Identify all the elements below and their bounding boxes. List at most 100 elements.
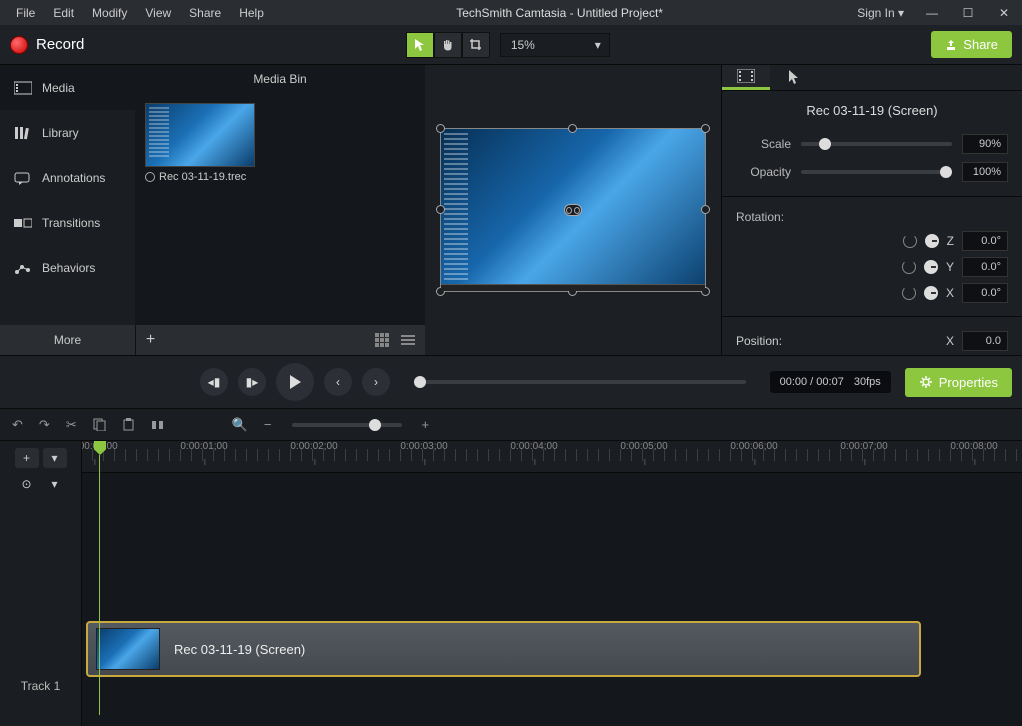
- play-button[interactable]: [276, 363, 314, 401]
- track-label[interactable]: Track 1: [0, 645, 81, 726]
- timeline: + ▾ ⊙ ▾ Track 1 0:00:00;01 0:00:00;00 0:…: [0, 441, 1022, 726]
- next-frame-button[interactable]: ▮▸: [238, 368, 266, 396]
- sidebar-item-transitions[interactable]: Transitions: [0, 200, 135, 245]
- pan-tool[interactable]: [434, 32, 462, 58]
- next-clip-button[interactable]: ›: [362, 368, 390, 396]
- add-media-button[interactable]: +: [135, 325, 165, 355]
- rotation-label: Rotation:: [736, 210, 784, 224]
- resize-handle[interactable]: [701, 287, 710, 296]
- canvas-tools: [406, 32, 490, 58]
- add-track-button[interactable]: +: [15, 448, 39, 468]
- properties-button[interactable]: Properties: [905, 368, 1012, 397]
- track-menu-button[interactable]: ▾: [43, 448, 67, 468]
- window-controls: — ☐ ✕: [914, 0, 1022, 25]
- annotations-icon: [14, 171, 32, 185]
- scale-value[interactable]: 90%: [962, 134, 1008, 154]
- split-button[interactable]: [149, 416, 166, 433]
- close-button[interactable]: ✕: [986, 0, 1022, 25]
- props-clip-title: Rec 03-11-19 (Screen): [722, 91, 1022, 130]
- opacity-slider[interactable]: [801, 170, 952, 174]
- timeline-ruler[interactable]: 0:00:00;00 0:00:01;00 0:00:02;00 0:00:03…: [82, 441, 1022, 473]
- library-icon: [14, 126, 32, 140]
- media-bin-title: Media Bin: [135, 65, 425, 93]
- list-view-button[interactable]: [397, 330, 419, 350]
- playback-controls: ◂▮ ▮▸ ‹ ›: [200, 363, 390, 401]
- sidebar-item-annotations[interactable]: Annotations: [0, 155, 135, 200]
- resize-handle[interactable]: [436, 205, 445, 214]
- prev-frame-button[interactable]: ◂▮: [200, 368, 228, 396]
- clip-label: Rec 03-11-19.trec: [145, 171, 255, 183]
- zoom-in-button[interactable]: +: [420, 415, 432, 434]
- axis-y: Y: [946, 260, 954, 274]
- resize-handle[interactable]: [701, 124, 710, 133]
- timeline-clip-thumb: [96, 628, 160, 670]
- rotate-x-value[interactable]: 0.0°: [962, 283, 1008, 303]
- record-button[interactable]: Record: [10, 36, 84, 54]
- share-icon: [945, 39, 957, 51]
- share-button[interactable]: Share: [931, 31, 1012, 58]
- clip-thumbnail: [145, 103, 255, 167]
- media-clip[interactable]: Rec 03-11-19.trec: [145, 103, 255, 183]
- cut-button[interactable]: ✂: [64, 415, 79, 435]
- filmstrip-icon: [737, 69, 755, 83]
- props-tab-visual[interactable]: [722, 65, 770, 90]
- timeline-clip[interactable]: Rec 03-11-19 (Screen): [86, 621, 921, 677]
- timeline-tracks[interactable]: 0:00:00;01 0:00:00;00 0:00:01;00 0:00:02…: [82, 441, 1022, 726]
- rotate-x-knob[interactable]: [924, 286, 938, 300]
- track-options[interactable]: ▾: [43, 474, 67, 494]
- paste-button[interactable]: [120, 416, 137, 433]
- copy-button[interactable]: [91, 416, 108, 433]
- menu-modify[interactable]: Modify: [84, 2, 135, 24]
- grid-view-button[interactable]: [371, 330, 393, 350]
- menu-share[interactable]: Share: [181, 2, 229, 24]
- sidebar-item-behaviors[interactable]: Behaviors: [0, 245, 135, 290]
- resize-handle[interactable]: [568, 287, 577, 296]
- rotate-z-knob[interactable]: [925, 234, 939, 248]
- resize-handle[interactable]: [701, 205, 710, 214]
- resize-handle[interactable]: [436, 287, 445, 296]
- cursor-icon: [788, 69, 800, 85]
- scale-slider[interactable]: [801, 142, 952, 146]
- redo-button[interactable]: ↷: [37, 415, 52, 435]
- opacity-value[interactable]: 100%: [962, 162, 1008, 182]
- playback-bar: ◂▮ ▮▸ ‹ › 00:00 / 00:0730fps Properties: [0, 355, 1022, 409]
- titlebar: File Edit Modify View Share Help TechSmi…: [0, 0, 1022, 25]
- ruler-tick: 0:00:07;00: [840, 441, 887, 452]
- maximize-button[interactable]: ☐: [950, 0, 986, 25]
- pos-x-value[interactable]: 0.0: [962, 331, 1008, 351]
- menu-view[interactable]: View: [137, 2, 179, 24]
- canvas-clip[interactable]: [440, 128, 706, 292]
- ruler-tick: 0:00:01;00: [180, 441, 227, 452]
- ruler-tick: 0:00:05;00: [620, 441, 667, 452]
- media-icon: [14, 81, 32, 95]
- sidebar-more-button[interactable]: More +: [0, 325, 135, 355]
- ruler-tick: 0:00:06;00: [730, 441, 777, 452]
- pointer-tool[interactable]: [406, 32, 434, 58]
- rotate-handle[interactable]: [564, 204, 582, 216]
- zoom-out-button[interactable]: −: [262, 415, 274, 434]
- axis-x: X: [946, 286, 954, 300]
- menu-help[interactable]: Help: [231, 2, 272, 24]
- rotate-z-icon: [903, 234, 917, 248]
- resize-handle[interactable]: [568, 124, 577, 133]
- sidebar-item-library[interactable]: Library: [0, 110, 135, 155]
- prev-clip-button[interactable]: ‹: [324, 368, 352, 396]
- canvas[interactable]: [425, 65, 722, 355]
- menu-file[interactable]: File: [8, 2, 43, 24]
- sidebar-item-media[interactable]: Media: [0, 65, 135, 110]
- timeline-zoom-slider[interactable]: [292, 423, 402, 427]
- rotate-y-knob[interactable]: [924, 260, 938, 274]
- rotate-y-value[interactable]: 0.0°: [962, 257, 1008, 277]
- rotate-z-value[interactable]: 0.0°: [962, 231, 1008, 251]
- window-title: TechSmith Camtasia - Untitled Project*: [272, 6, 847, 20]
- sign-in-button[interactable]: Sign In ▾: [847, 6, 914, 20]
- undo-button[interactable]: ↶: [10, 415, 25, 435]
- resize-handle[interactable]: [436, 124, 445, 133]
- crop-tool[interactable]: [462, 32, 490, 58]
- minimize-button[interactable]: —: [914, 0, 950, 25]
- menu-edit[interactable]: Edit: [45, 2, 82, 24]
- zoom-select[interactable]: 15%: [500, 33, 610, 57]
- props-tab-cursor[interactable]: [770, 65, 818, 90]
- scrub-bar[interactable]: [414, 380, 746, 384]
- magnet-button[interactable]: ⊙: [15, 474, 39, 494]
